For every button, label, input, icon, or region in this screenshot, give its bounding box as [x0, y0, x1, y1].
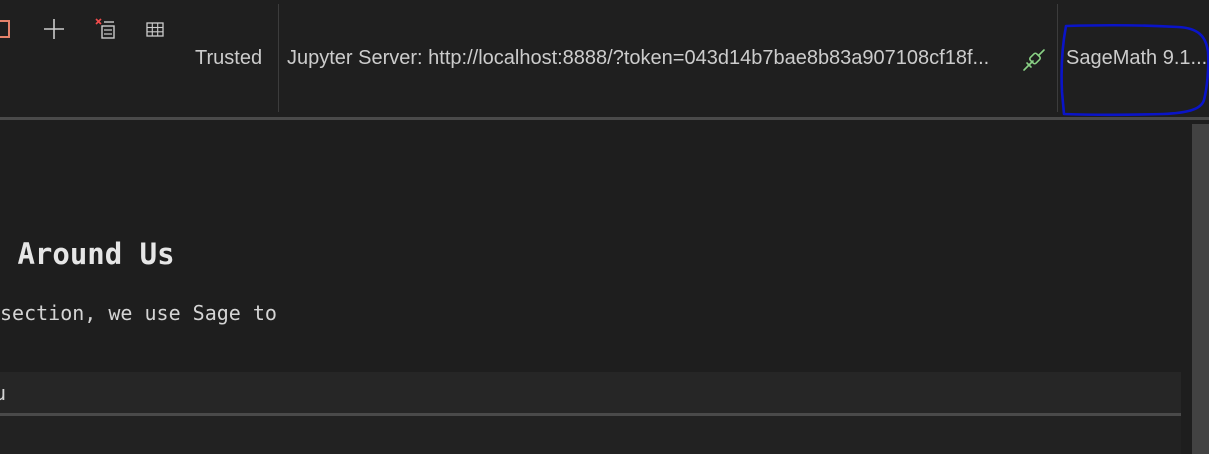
code-cell-text: u — [0, 381, 7, 405]
clear-outputs-icon[interactable] — [93, 16, 119, 42]
markdown-heading: Around Us — [0, 237, 175, 271]
notebook-editor-window: Trusted Jupyter Server: http://localhost… — [0, 0, 1209, 454]
hand-drawn-annotation — [1060, 24, 1209, 117]
notebook-content: Around Us section, we use Sage to u — [0, 120, 1190, 454]
toolbar-divider — [278, 4, 279, 112]
stop-icon[interactable] — [0, 16, 14, 42]
code-cell-editor[interactable]: u — [0, 372, 1181, 413]
notebook-toolbar: Trusted Jupyter Server: http://localhost… — [0, 0, 1209, 120]
cell-output-area — [0, 416, 1181, 454]
trusted-status[interactable]: Trusted — [195, 44, 262, 72]
scrollbar-thumb[interactable] — [1192, 124, 1209, 454]
markdown-paragraph: section, we use Sage to — [0, 301, 277, 325]
jupyter-server-status[interactable]: Jupyter Server: http://localhost:8888/?t… — [287, 44, 1007, 72]
add-cell-icon[interactable] — [41, 16, 67, 42]
plug-connected-icon — [1022, 48, 1046, 72]
variables-grid-icon[interactable] — [142, 16, 168, 42]
